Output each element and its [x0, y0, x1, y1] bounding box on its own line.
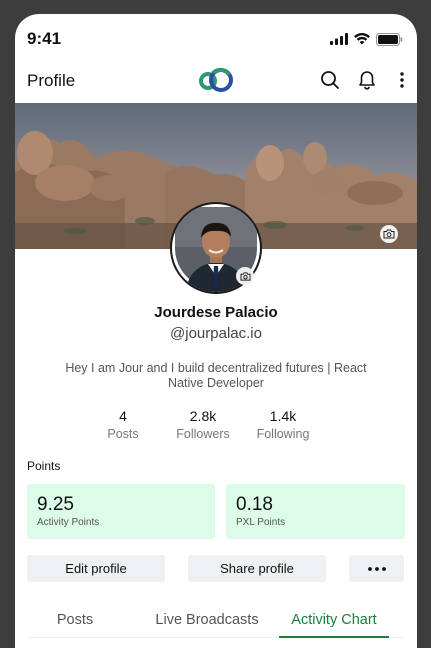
- profile-tabs: Posts Live Broadcasts Activity Chart: [27, 608, 405, 638]
- more-options-button[interactable]: [349, 555, 404, 582]
- profile-bio: Hey I am Jour and I build decentralized …: [65, 361, 367, 390]
- stat-label: Posts: [107, 427, 139, 441]
- cellular-signal-icon: [330, 33, 348, 45]
- stat-posts[interactable]: 4 Posts: [83, 408, 163, 441]
- stat-value: 4: [119, 408, 127, 424]
- tab-activity-chart[interactable]: Activity Chart: [279, 612, 389, 638]
- profile-name: Jourdese Palacio: [154, 304, 278, 321]
- screen: 9:41 Profile Jourdese Palacio @jourpalac…: [15, 14, 417, 648]
- edit-profile-button[interactable]: Edit profile: [27, 555, 165, 582]
- stat-following[interactable]: 1.4k Following: [243, 408, 323, 441]
- page-title: Profile: [27, 71, 76, 90]
- phone-frame: 9:41 Profile Jourdese Palacio @jourpalac…: [0, 0, 431, 648]
- tab-live-broadcasts[interactable]: Live Broadcasts: [145, 612, 269, 638]
- stat-label: Following: [256, 427, 310, 441]
- tab-posts[interactable]: Posts: [35, 612, 115, 638]
- activity-points-card[interactable]: 9.25 Activity Points: [27, 484, 215, 539]
- bell-icon[interactable]: [355, 68, 379, 92]
- point-label: PXL Points: [236, 517, 286, 528]
- points-heading: Points: [27, 459, 61, 473]
- app-bar: Profile: [15, 64, 417, 102]
- point-value: 9.25: [37, 494, 74, 515]
- status-icons: [330, 32, 403, 46]
- point-value: 0.18: [236, 494, 273, 515]
- point-label: Activity Points: [37, 517, 100, 528]
- pxl-points-card[interactable]: 0.18 PXL Points: [226, 484, 405, 539]
- profile-handle: @jourpalac.io: [170, 325, 262, 342]
- more-horizontal-icon: [367, 566, 386, 571]
- cover-camera-icon[interactable]: [380, 225, 398, 243]
- share-profile-button[interactable]: Share profile: [188, 555, 326, 582]
- search-icon[interactable]: [318, 68, 342, 92]
- avatar-camera-icon[interactable]: [236, 267, 254, 285]
- battery-icon: [376, 32, 403, 46]
- status-bar: 9:41: [15, 14, 417, 64]
- stat-value: 1.4k: [269, 408, 297, 424]
- wifi-icon: [354, 33, 370, 45]
- status-time: 9:41: [27, 29, 62, 48]
- stat-value: 2.8k: [189, 408, 217, 424]
- profile-stats: 4 Posts 2.8k Followers 1.4k Following: [15, 408, 417, 448]
- stat-followers[interactable]: 2.8k Followers: [163, 408, 243, 441]
- more-vertical-icon[interactable]: [390, 68, 414, 92]
- stat-label: Followers: [176, 427, 230, 441]
- app-logo: [199, 67, 233, 92]
